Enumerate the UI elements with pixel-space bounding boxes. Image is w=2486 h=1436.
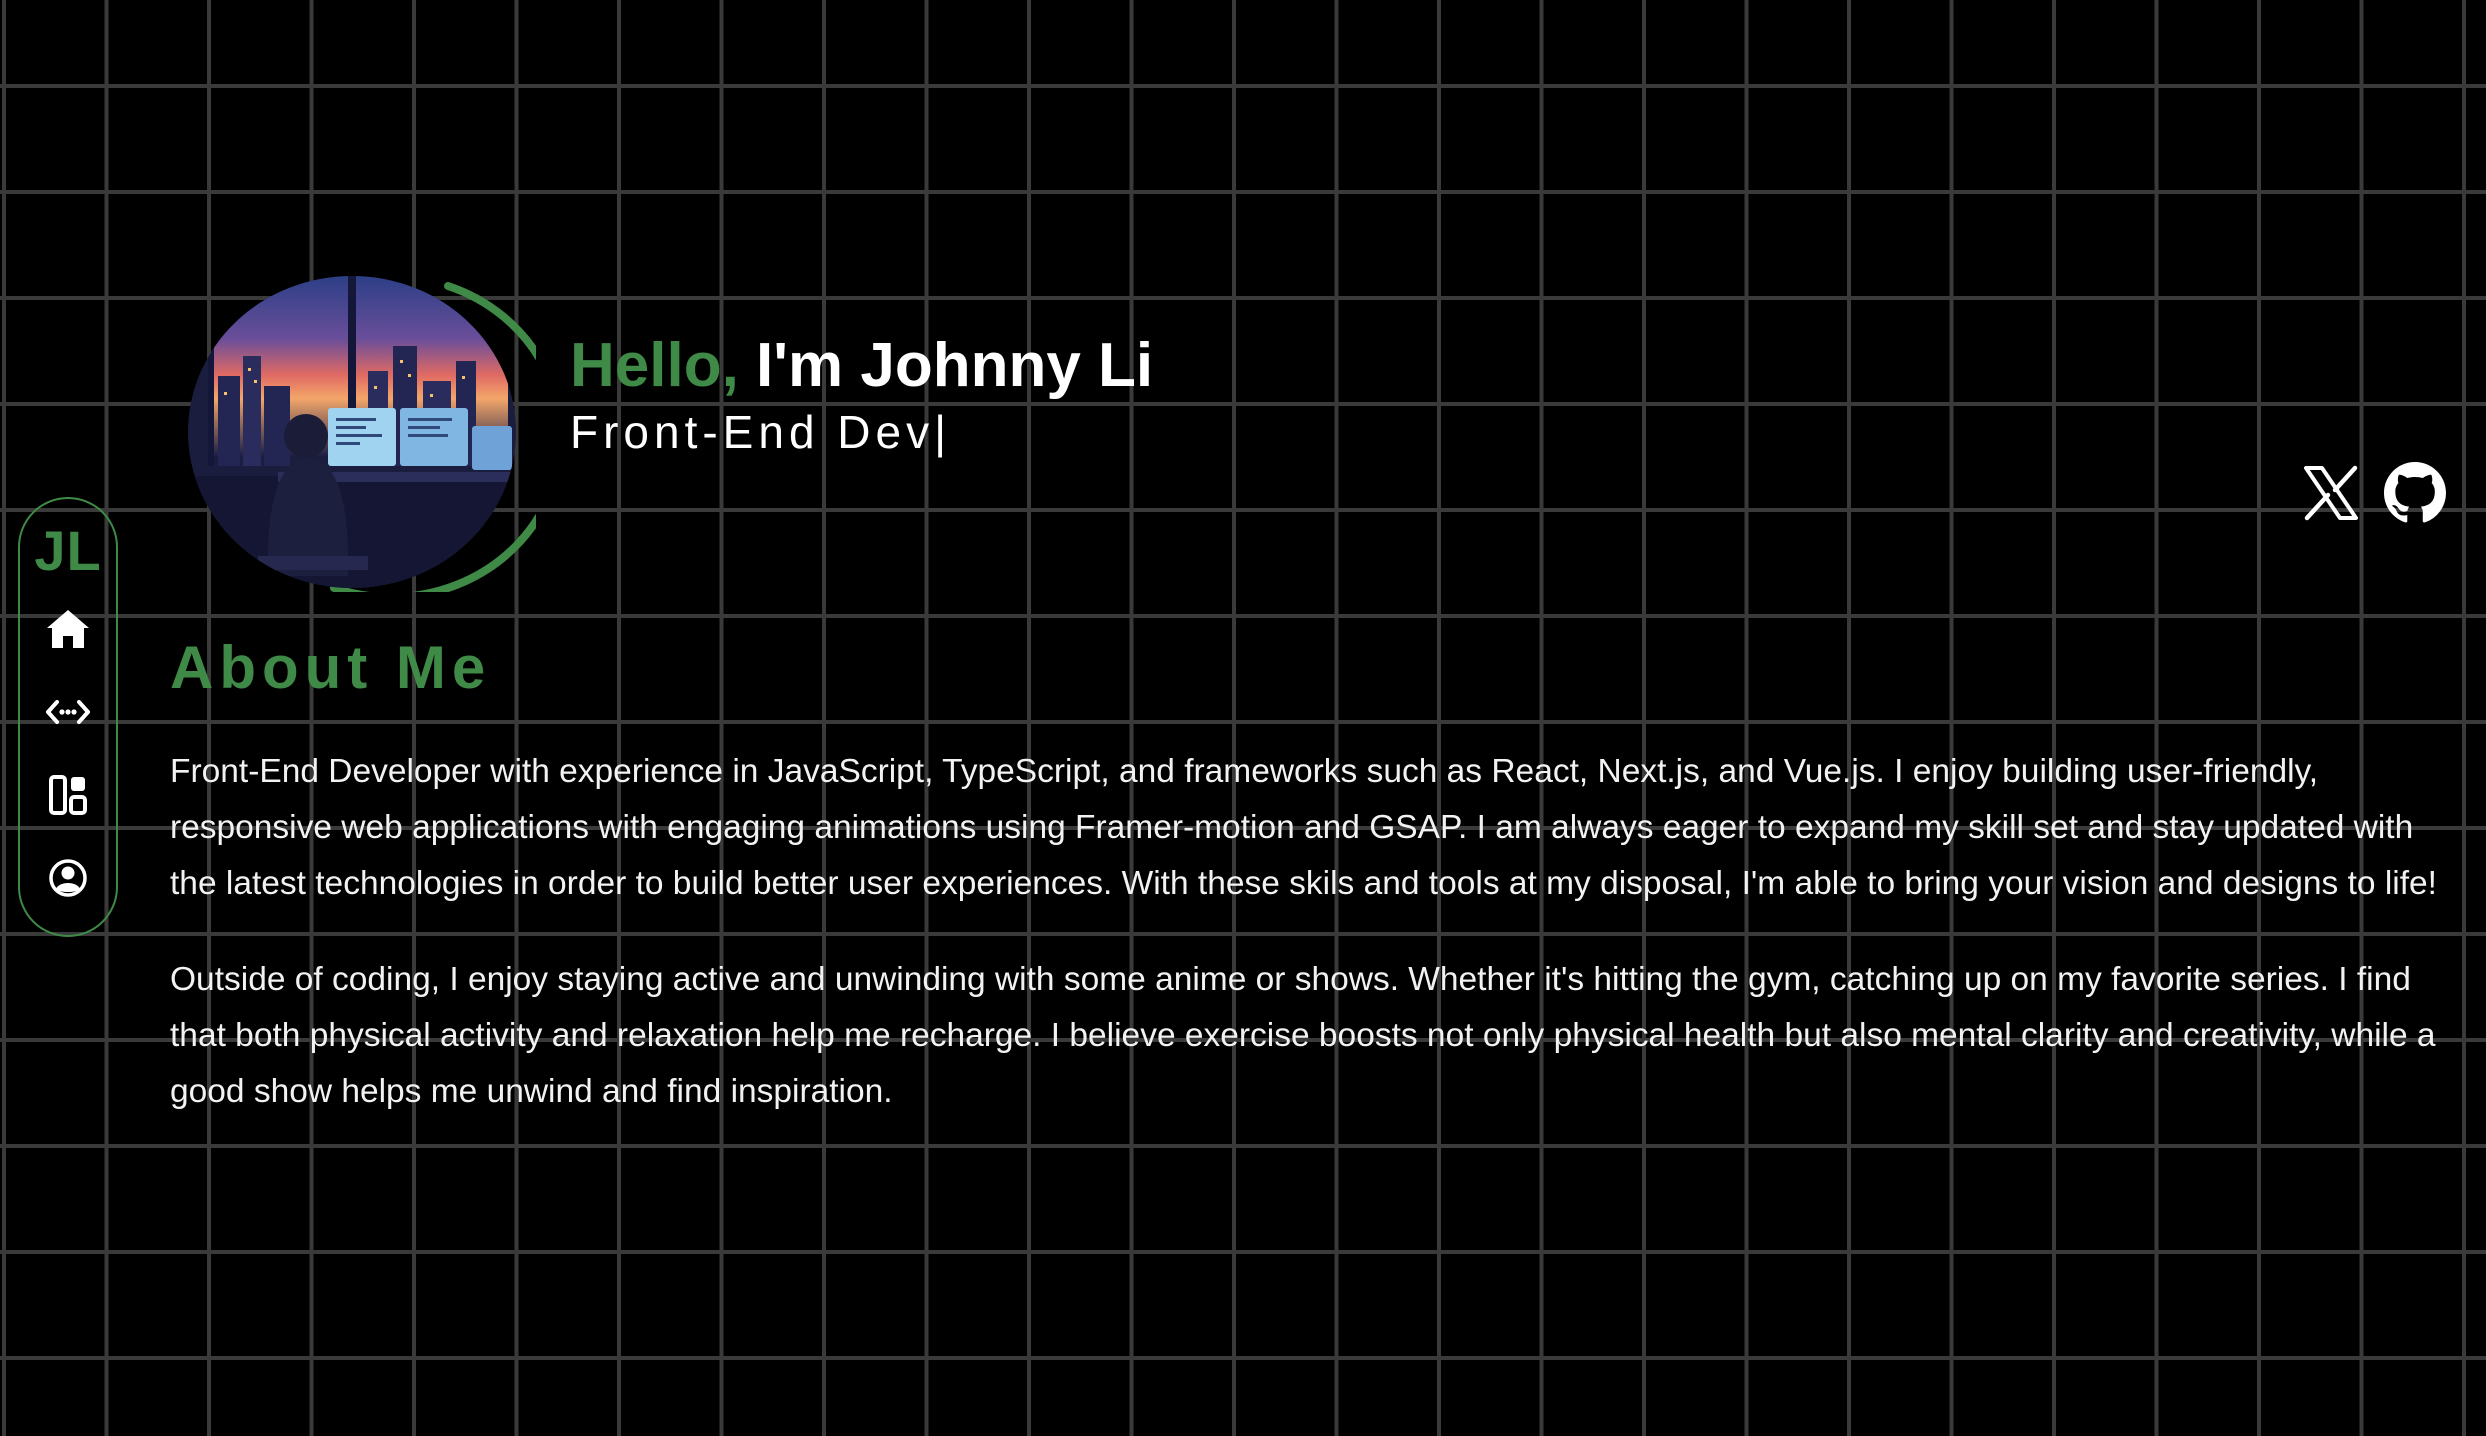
github-link[interactable] [2384,462,2446,524]
code-icon [46,700,90,724]
hero-name: I'm Johnny Li [756,331,1154,400]
role-text: Front-End Dev [570,406,935,458]
avatar-container [184,272,536,592]
nav-home[interactable] [38,599,98,659]
x-icon [2304,465,2358,521]
greeting: Hello, [570,331,739,400]
typing-caret: | [934,406,947,458]
hero-heading: Hello, I'm Johnny Li [570,326,1153,406]
x-link[interactable] [2300,462,2362,524]
about-paragraph: Outside of coding, I enjoy staying activ… [170,961,2436,1110]
nav-skills[interactable] [38,682,98,742]
home-icon [47,610,89,648]
about-title: About Me [170,634,492,701]
github-icon [2384,462,2446,523]
user-icon [49,859,87,897]
social-links [2300,462,2446,524]
hero-role: Front-End Dev| [570,402,946,462]
nav-projects[interactable] [38,765,98,825]
about-paragraph: Front-End Developer with experience in J… [170,753,2437,902]
side-nav: JL [18,497,118,937]
logo[interactable]: JL [34,521,101,581]
avatar-illustration [188,276,516,588]
nav-about[interactable] [38,848,98,908]
avatar [188,276,516,588]
projects-icon [49,775,87,815]
about-body: Front-End Developer with experience in J… [170,744,2440,1160]
page: JL Hello, I'm Johnny Li Front-End Dev| A… [0,0,2486,1436]
